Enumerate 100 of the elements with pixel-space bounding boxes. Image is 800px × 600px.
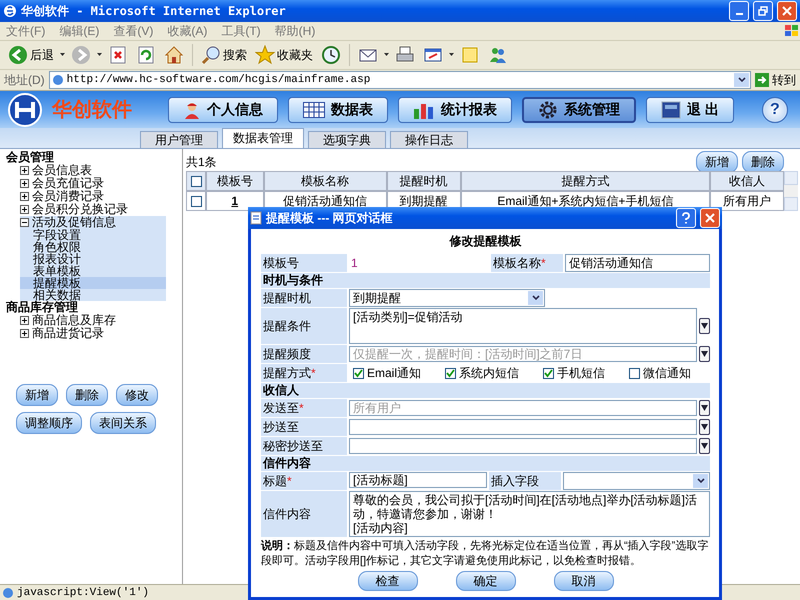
column-header[interactable]: 模板名称 — [264, 171, 387, 191]
tree-item[interactable]: 相关数据 — [20, 289, 166, 301]
dropdown-button[interactable] — [693, 474, 708, 488]
collapse-icon[interactable] — [20, 218, 29, 227]
minimize-button[interactable] — [729, 1, 749, 21]
tree-item[interactable]: 会员消费记录 — [32, 190, 104, 203]
caret-icon[interactable] — [449, 53, 454, 57]
close-button[interactable] — [777, 1, 797, 21]
checkbox[interactable] — [543, 368, 554, 378]
toolbar-button[interactable]: 删除 — [742, 151, 784, 173]
menu-item[interactable]: 文件(F) — [6, 22, 46, 40]
input-field[interactable] — [349, 438, 697, 454]
nav-button[interactable]: 系统管理 — [522, 96, 636, 122]
nav-button[interactable]: 数据表 — [288, 96, 388, 122]
text-area[interactable]: [活动类别]=促销活动 — [349, 308, 697, 344]
expand-icon[interactable] — [20, 316, 29, 325]
input-field[interactable]: 促销活动通知信 — [565, 254, 710, 272]
tree-group-title[interactable]: 会员管理 — [0, 151, 182, 164]
checkbox-label[interactable]: 微信通知 — [643, 364, 692, 382]
tab[interactable]: 用户管理 — [140, 131, 218, 148]
caret-icon[interactable] — [97, 53, 102, 57]
menu-item[interactable]: 工具(T) — [221, 22, 261, 40]
expand-icon[interactable] — [20, 179, 29, 188]
tree-item[interactable]: 提醒模板 — [20, 277, 166, 289]
tree-item[interactable]: 表单模板 — [20, 265, 166, 277]
menu-item[interactable]: 收藏(A) — [167, 22, 208, 40]
checkbox[interactable] — [190, 196, 202, 208]
nav-button[interactable]: 退 出 — [646, 96, 734, 122]
dropdown-button[interactable] — [734, 73, 749, 87]
nav-button[interactable]: 个人信息 — [168, 96, 278, 122]
dialog-button[interactable]: 检查 — [358, 571, 418, 591]
section-header: 信件内容 — [261, 456, 710, 471]
input-field[interactable] — [349, 419, 697, 435]
dropdown-button[interactable] — [699, 318, 710, 334]
restore-button[interactable] — [753, 1, 773, 21]
sidebar-button[interactable]: 表间关系 — [90, 412, 156, 434]
checkbox-label[interactable]: 系统内短信 — [459, 364, 520, 382]
menu-item[interactable]: 帮助(H) — [274, 22, 316, 40]
text-area[interactable]: 尊敬的会员，我公司拟于[活动时间]在[活动地点]举办[活动标题]活动，特邀请您参加，谢谢！ [活动内容] — [349, 491, 710, 537]
expand-icon[interactable] — [20, 329, 29, 338]
dropdown-button[interactable] — [699, 419, 710, 435]
menu-item[interactable]: 查看(V) — [113, 22, 154, 40]
help-button[interactable] — [676, 208, 696, 228]
dropdown-button[interactable] — [699, 438, 710, 454]
tree-group-title[interactable]: 商品库存管理 — [0, 301, 182, 314]
checkbox[interactable] — [445, 368, 456, 378]
select-field[interactable] — [563, 472, 710, 490]
expand-icon[interactable] — [20, 192, 29, 201]
tree-item[interactable]: 角色权限 — [20, 241, 166, 253]
caret-icon[interactable] — [60, 53, 65, 57]
expand-icon[interactable] — [20, 205, 29, 214]
sidebar-button[interactable]: 删除 — [66, 384, 108, 406]
sidebar-button[interactable]: 新增 — [16, 384, 58, 406]
sidebar-button[interactable]: 修改 — [116, 384, 158, 406]
dropdown-button[interactable] — [699, 400, 710, 416]
expand-icon[interactable] — [20, 166, 29, 175]
toolbar-button[interactable]: 收藏夹 — [253, 45, 315, 65]
caret-icon[interactable] — [384, 53, 389, 57]
column-header[interactable]: 收信人 — [710, 171, 784, 191]
record-link[interactable]: 1 — [231, 194, 238, 208]
checkbox[interactable] — [629, 368, 640, 378]
home-icon[interactable] — [162, 45, 186, 65]
address-field[interactable]: http://www.hc-software.com/hcgis/mainframe.asp — [48, 71, 751, 89]
input-field[interactable]: [活动标题] — [349, 472, 487, 488]
tree-item[interactable]: 活动及促销信息 — [32, 216, 116, 229]
scrollbar[interactable] — [784, 171, 798, 211]
nav-button[interactable]: 统计报表 — [398, 96, 512, 122]
toolbar-button[interactable]: 新增 — [696, 151, 738, 173]
tab[interactable]: 数据表管理 — [222, 128, 304, 148]
input-field[interactable]: 仅提醒一次，提醒时间：[活动时间]之前7日 — [349, 346, 697, 362]
checkbox[interactable] — [353, 368, 364, 378]
input-field[interactable]: 所有用户 — [349, 400, 697, 416]
tree-item[interactable]: 会员积分兑换记录 — [32, 203, 128, 216]
tree-item[interactable]: 商品进货记录 — [32, 327, 104, 340]
toolbar-button[interactable]: 搜索 — [199, 45, 249, 65]
tree-item[interactable]: 字段设置 — [20, 229, 166, 241]
dropdown-button[interactable] — [699, 346, 710, 362]
checkbox-label[interactable]: Email通知 — [367, 364, 422, 382]
tab[interactable]: 选项字典 — [308, 131, 386, 148]
tab[interactable]: 操作日志 — [390, 131, 468, 148]
tree-item[interactable]: 商品信息及库存 — [32, 314, 116, 327]
checkbox-label[interactable]: 手机短信 — [557, 364, 606, 382]
column-header[interactable]: 提醒方式 — [460, 171, 710, 191]
menu-item[interactable]: 编辑(E) — [59, 22, 100, 40]
column-header[interactable]: 模板号 — [206, 171, 264, 191]
tree-item[interactable]: 会员信息表 — [32, 164, 92, 177]
select-field[interactable]: 到期提醒 — [349, 289, 545, 307]
sidebar-button[interactable]: 调整顺序 — [16, 412, 82, 434]
column-header[interactable]: 提醒时机 — [386, 171, 461, 191]
help-button[interactable]: ? — [762, 96, 788, 122]
checkbox[interactable] — [190, 176, 202, 188]
dropdown-button[interactable] — [528, 291, 543, 305]
close-button[interactable] — [700, 208, 720, 228]
dialog-button[interactable]: 确定 — [456, 571, 516, 591]
tree-item[interactable]: 会员充值记录 — [32, 177, 104, 190]
go-button[interactable]: 转到 — [755, 72, 796, 88]
toolbar-button[interactable]: 后退 — [6, 45, 56, 65]
clock-icon[interactable] — [319, 45, 343, 65]
dialog-button[interactable]: 取消 — [554, 571, 614, 591]
tree-item[interactable]: 报表设计 — [20, 253, 166, 265]
